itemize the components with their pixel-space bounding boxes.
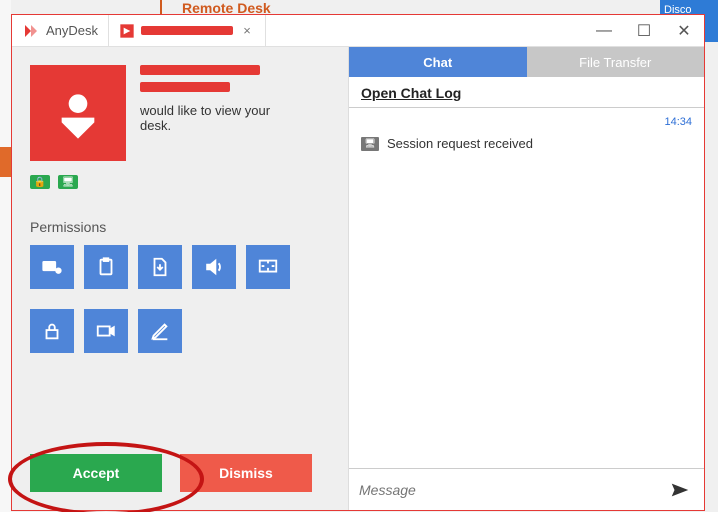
request-line2: desk. xyxy=(140,118,171,133)
tab-home-label: AnyDesk xyxy=(46,23,98,38)
perm-lock[interactable] xyxy=(30,309,74,353)
tab-close-button[interactable]: × xyxy=(239,23,255,38)
perm-keyboard-mouse[interactable] xyxy=(30,245,74,289)
tab-session-name-redacted xyxy=(141,26,233,35)
tab-file-transfer[interactable]: File Transfer xyxy=(527,47,705,77)
bg-remote-desk-label: Remote Desk xyxy=(160,0,360,15)
chat-area: 14:34 🖥 Session request received xyxy=(349,108,704,468)
perm-screen[interactable] xyxy=(246,245,290,289)
perm-clipboard[interactable] xyxy=(84,245,128,289)
anydesk-window: AnyDesk × — ☐ ✕ xyxy=(11,14,705,511)
lock-status-icon: 🔒 xyxy=(30,175,50,189)
permissions-label: Permissions xyxy=(30,219,330,235)
tab-session[interactable]: × xyxy=(109,15,266,46)
request-panel: would like to view your desk. 🔒 🖥 Permis… xyxy=(12,47,348,510)
status-icons: 🔒 🖥 xyxy=(30,175,330,189)
perm-file[interactable] xyxy=(138,245,182,289)
request-line1: would like to view your xyxy=(140,103,270,118)
accept-button[interactable]: Accept xyxy=(30,454,162,492)
dismiss-button[interactable]: Dismiss xyxy=(180,454,312,492)
requester-avatar xyxy=(30,65,126,161)
titlebar: AnyDesk × — ☐ ✕ xyxy=(12,15,704,47)
monitor-status-icon: 🖥 xyxy=(58,175,78,189)
requester-name-redacted xyxy=(140,65,260,75)
tab-home[interactable]: AnyDesk xyxy=(12,15,109,46)
window-close-button[interactable]: ✕ xyxy=(664,15,704,46)
message-input[interactable] xyxy=(359,482,666,498)
anydesk-logo-icon xyxy=(22,22,40,40)
chat-timestamp: 14:34 xyxy=(664,116,692,128)
perm-record[interactable] xyxy=(84,309,128,353)
chat-panel: Chat File Transfer Open Chat Log 14:34 🖥… xyxy=(348,47,704,510)
open-chat-log-link[interactable]: Open Chat Log xyxy=(349,77,704,108)
requester-id-redacted xyxy=(140,82,230,92)
permissions-grid xyxy=(30,245,330,353)
person-shield-icon xyxy=(50,85,106,141)
tab-chat[interactable]: Chat xyxy=(349,47,527,77)
anydesk-tile-icon xyxy=(119,23,135,39)
monitor-small-icon: 🖥 xyxy=(361,137,379,151)
perm-sound[interactable] xyxy=(192,245,236,289)
window-maximize-button[interactable]: ☐ xyxy=(624,15,664,46)
window-minimize-button[interactable]: — xyxy=(584,15,624,46)
perm-draw[interactable] xyxy=(138,309,182,353)
chat-system-message: Session request received xyxy=(387,136,533,151)
send-button[interactable] xyxy=(666,476,694,504)
send-icon xyxy=(669,479,691,501)
